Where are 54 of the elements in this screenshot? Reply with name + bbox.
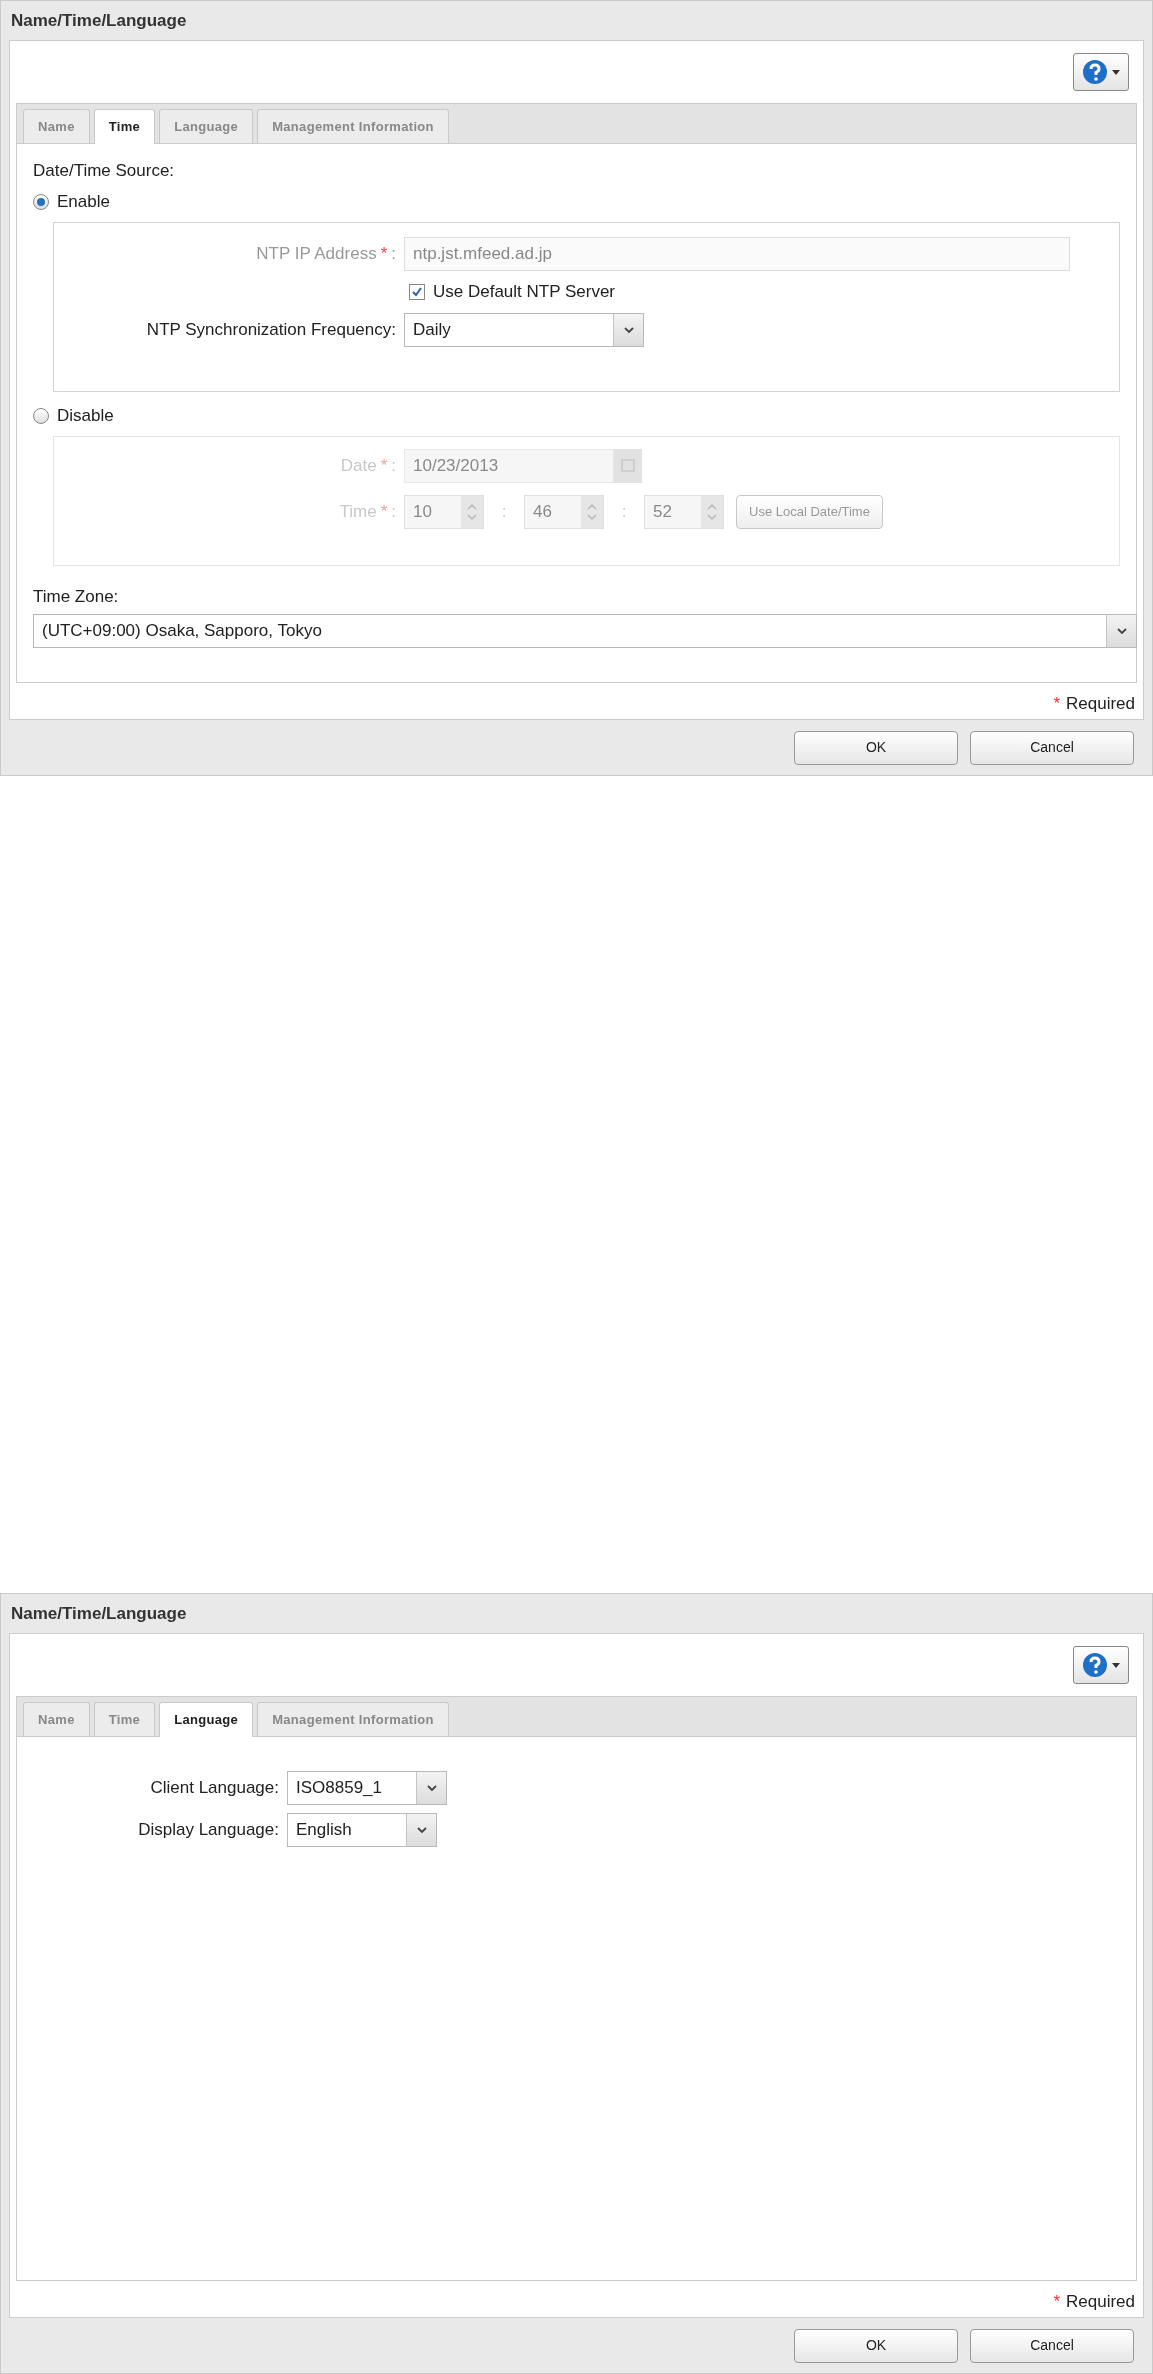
required-mark: * (1053, 2291, 1060, 2314)
spinner-arrows-icon (707, 503, 717, 522)
time-zone-select[interactable]: (UTC+09:00) Osaka, Sapporo, Tokyo (33, 614, 1137, 649)
caret-icon (1112, 1662, 1120, 1668)
dialog-button[interactable]: OK (794, 730, 958, 765)
window-title: Name/Time/Language (11, 1602, 187, 1625)
radio-button[interactable] (33, 194, 49, 211)
colon: : (391, 501, 396, 524)
tab[interactable]: Time (93, 1702, 156, 1737)
spinner-arrows-icon (587, 503, 597, 522)
checkbox[interactable] (409, 284, 425, 301)
tab[interactable]: Management Information (257, 1702, 449, 1737)
required-mark: * (380, 243, 388, 266)
tab[interactable]: Name (23, 109, 90, 144)
tab[interactable]: Language (159, 109, 254, 144)
colon: : (391, 243, 396, 266)
dialog-button[interactable]: OK (794, 2328, 958, 2363)
tab[interactable]: Management Information (257, 109, 449, 144)
dialog-button[interactable]: Cancel (970, 2328, 1134, 2363)
field-label: Client Language: (149, 1777, 280, 1800)
required-note: Required (1066, 2291, 1135, 2314)
frequency-select[interactable]: Daily (404, 313, 644, 348)
required-mark: * (380, 455, 388, 478)
checkbox-label: Use Default NTP Server (433, 281, 616, 304)
tab[interactable]: Language (159, 1702, 254, 1738)
radio-label: Enable (57, 191, 110, 214)
caret-icon (416, 1826, 427, 1834)
caret-icon (623, 326, 634, 334)
language-select[interactable]: ISO8859_1 (287, 1771, 447, 1806)
time-separator: : (620, 501, 628, 524)
field-label: NTP Synchronization Frequency: (145, 319, 397, 342)
window-title: Name/Time/Language (11, 9, 187, 32)
section-label: Date/Time Source: (33, 160, 176, 183)
field-label: Display Language: (137, 1819, 280, 1842)
help-icon (1082, 59, 1108, 86)
caret-icon (1116, 627, 1127, 635)
caret-icon (426, 1784, 437, 1792)
colon: : (391, 455, 396, 478)
radio-label: Disable (57, 405, 114, 428)
spinner-arrows-icon (467, 503, 477, 522)
help-icon (1082, 1652, 1108, 1679)
tab[interactable]: Name (23, 1702, 90, 1737)
language-select[interactable]: English (287, 1813, 437, 1848)
dialog-button[interactable]: Cancel (970, 730, 1134, 765)
help-button[interactable] (1073, 1646, 1129, 1685)
required-mark: * (380, 501, 388, 524)
help-button[interactable] (1073, 53, 1129, 92)
tab[interactable]: Time (93, 109, 156, 145)
field-label: NTP IP Address (256, 243, 377, 266)
required-note: Required (1066, 693, 1135, 716)
caret-icon (1112, 69, 1120, 75)
required-mark: * (1053, 693, 1060, 716)
time-separator: : (500, 501, 508, 524)
section-label: Time Zone: (33, 586, 120, 609)
